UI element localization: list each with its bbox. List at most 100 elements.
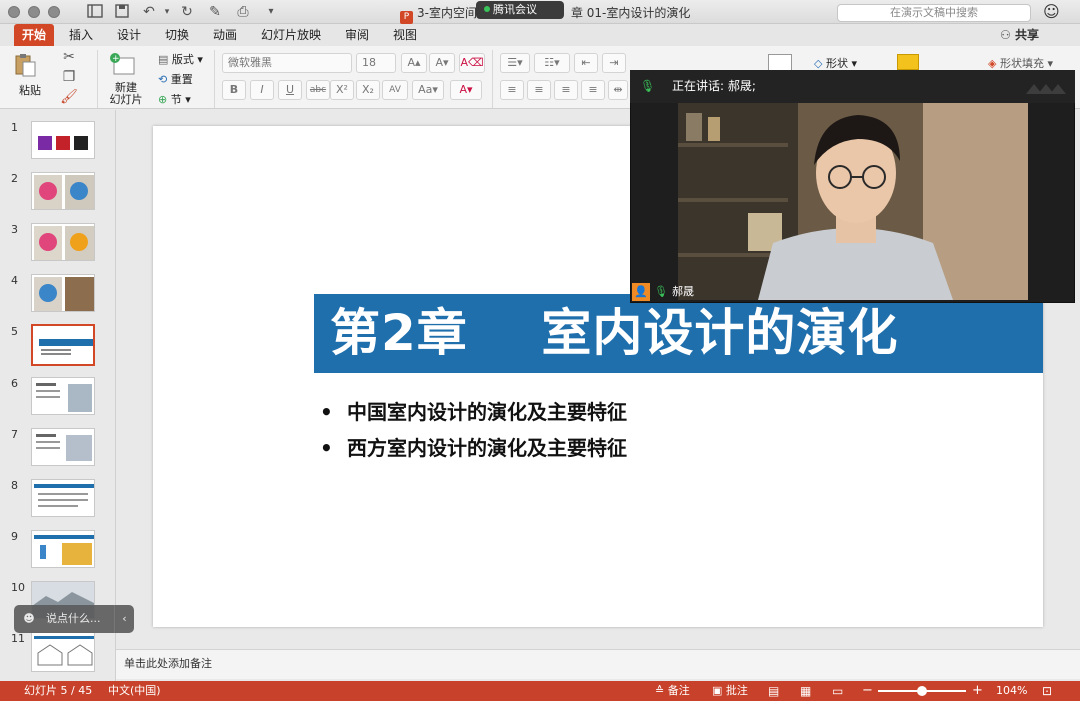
text-case-icon[interactable]: Aa▾: [412, 80, 444, 100]
slide-thumbnail-8[interactable]: [31, 479, 95, 517]
copy-icon[interactable]: ❐: [60, 69, 78, 85]
slide-thumbnail-11[interactable]: [31, 632, 95, 672]
slide-thumbnail-9[interactable]: [31, 530, 95, 568]
bullets-icon[interactable]: ☰▾: [500, 53, 530, 73]
edit-icon[interactable]: ✎: [206, 4, 224, 20]
tab-view[interactable]: 视图: [386, 24, 424, 46]
collapse-chevron-icon[interactable]: ‹: [114, 605, 134, 633]
powerpoint-icon: P: [400, 11, 413, 24]
tab-review[interactable]: 审阅: [338, 24, 376, 46]
slide-thumbnail-2[interactable]: [31, 172, 95, 210]
ribbon-divider: [214, 50, 215, 108]
language-indicator[interactable]: 中文(中国): [108, 681, 161, 701]
justify-icon[interactable]: ≡: [581, 80, 605, 100]
reset-icon: ⟲: [158, 73, 168, 86]
feedback-smiley-icon[interactable]: ☺: [1043, 3, 1061, 21]
slide-sorter-icon[interactable]: ▦: [800, 681, 811, 701]
tab-design[interactable]: 设计: [110, 24, 148, 46]
fit-to-window-icon[interactable]: ⊡: [1042, 681, 1052, 701]
character-spacing-icon[interactable]: AV: [382, 80, 408, 100]
print-icon[interactable]: ⎙: [234, 4, 252, 20]
paste-button[interactable]: 粘贴: [12, 82, 48, 98]
save-icon[interactable]: [113, 4, 131, 20]
minimize-window-button[interactable]: [28, 6, 40, 18]
thumb-number: 6: [11, 377, 18, 390]
thumb-number: 1: [11, 121, 18, 134]
normal-view-icon[interactable]: ▤: [768, 681, 779, 701]
thumb-number: 3: [11, 223, 18, 236]
font-name-select[interactable]: 微软雅黑: [222, 53, 352, 73]
layout-button[interactable]: ▤ 版式 ▾: [158, 50, 210, 70]
customize-toolbar-icon[interactable]: ▾: [262, 4, 280, 20]
zoom-level[interactable]: 104%: [996, 681, 1027, 701]
slide-thumbnail-5[interactable]: [31, 324, 95, 366]
zoom-window-button[interactable]: [48, 6, 60, 18]
font-size-select[interactable]: 18: [356, 53, 396, 73]
thumb-number: 5: [11, 325, 18, 338]
meeting-indicator[interactable]: 腾讯会议: [476, 1, 564, 19]
tab-slideshow[interactable]: 幻灯片放映: [256, 24, 326, 46]
emoji-icon[interactable]: ☻: [18, 605, 40, 633]
close-window-button[interactable]: [8, 6, 20, 18]
slide-bullet[interactable]: • 西方室内设计的演化及主要特征: [320, 434, 627, 462]
shapes-icon: ◇: [814, 57, 823, 70]
reading-view-icon[interactable]: ▭: [832, 681, 843, 701]
new-slide-button[interactable]: 新建 幻灯片: [108, 82, 144, 106]
comments-toggle-button[interactable]: ▣ 批注: [712, 681, 748, 701]
section-icon: ⊕: [158, 93, 168, 106]
notes-pane[interactable]: 单击此处添加备注: [116, 649, 1080, 679]
section-button[interactable]: ⊕ 节 ▾: [158, 90, 210, 110]
undo-icon[interactable]: ↶: [140, 4, 158, 20]
redo-icon[interactable]: ↻: [178, 4, 196, 20]
align-center-icon[interactable]: ≡: [527, 80, 551, 100]
slide-thumbnail-7[interactable]: [31, 428, 95, 466]
cut-icon[interactable]: ✂: [60, 49, 78, 65]
increase-font-icon[interactable]: A▴: [401, 53, 427, 73]
tab-animations[interactable]: 动画: [206, 24, 244, 46]
tab-home[interactable]: 开始: [14, 24, 54, 46]
underline-icon[interactable]: U: [278, 80, 302, 100]
ribbon-divider: [492, 50, 493, 108]
zoom-in-icon[interactable]: +: [972, 681, 983, 701]
share-button[interactable]: ⚇ 共享: [1000, 24, 1039, 46]
shapes-button[interactable]: ◇ 形状 ▾: [814, 55, 864, 71]
slide-title[interactable]: 第2章 室内设计的演化: [330, 300, 898, 366]
decrease-indent-icon[interactable]: ⇤: [574, 53, 598, 73]
strikethrough-icon[interactable]: abc: [306, 80, 330, 100]
shape-fill-button[interactable]: ◈ 形状填充 ▾: [988, 55, 1068, 71]
font-color-icon[interactable]: A▾: [450, 80, 482, 100]
sidebar-toggle-icon[interactable]: [86, 4, 104, 20]
participant-video-feed: [678, 103, 1028, 300]
slide-bullet[interactable]: • 中国室内设计的演化及主要特征: [320, 398, 627, 426]
thumb-number: 10: [11, 581, 25, 594]
tab-transitions[interactable]: 切换: [158, 24, 196, 46]
bold-icon[interactable]: B: [222, 80, 246, 100]
chat-input-bubble[interactable]: ☻ 说点什么... ‹: [14, 605, 134, 633]
numbering-icon[interactable]: ☷▾: [534, 53, 570, 73]
clear-formatting-icon[interactable]: A⌫: [459, 53, 485, 73]
decrease-font-icon[interactable]: A▾: [429, 53, 455, 73]
arrange-icon[interactable]: [897, 54, 919, 70]
slide-thumbnail-3[interactable]: [31, 223, 95, 261]
columns-icon[interactable]: ⇹: [608, 80, 628, 100]
italic-icon[interactable]: I: [250, 80, 274, 100]
search-input[interactable]: 在演示文稿中搜索: [837, 4, 1031, 22]
align-left-icon[interactable]: ≡: [500, 80, 524, 100]
zoom-out-icon[interactable]: −: [862, 681, 873, 701]
slide-thumbnail-6[interactable]: [31, 377, 95, 415]
zoom-slider-thumb[interactable]: [917, 686, 927, 696]
superscript-icon[interactable]: X²: [330, 80, 354, 100]
paste-icon[interactable]: [12, 52, 38, 78]
subscript-icon[interactable]: X₂: [356, 80, 380, 100]
svg-text:+: +: [112, 54, 120, 64]
slide-thumbnail-4[interactable]: [31, 274, 95, 312]
slide-thumbnail-1[interactable]: [31, 121, 95, 159]
align-right-icon[interactable]: ≡: [554, 80, 578, 100]
format-painter-icon[interactable]: 🖌: [60, 89, 78, 105]
notes-toggle-button[interactable]: ≙ 备注: [655, 681, 690, 701]
new-slide-icon[interactable]: +: [108, 52, 138, 78]
undo-dropdown-icon[interactable]: ▾: [158, 4, 176, 20]
increase-indent-icon[interactable]: ⇥: [602, 53, 626, 73]
reset-button[interactable]: ⟲ 重置: [158, 70, 210, 90]
tab-insert[interactable]: 插入: [62, 24, 100, 46]
